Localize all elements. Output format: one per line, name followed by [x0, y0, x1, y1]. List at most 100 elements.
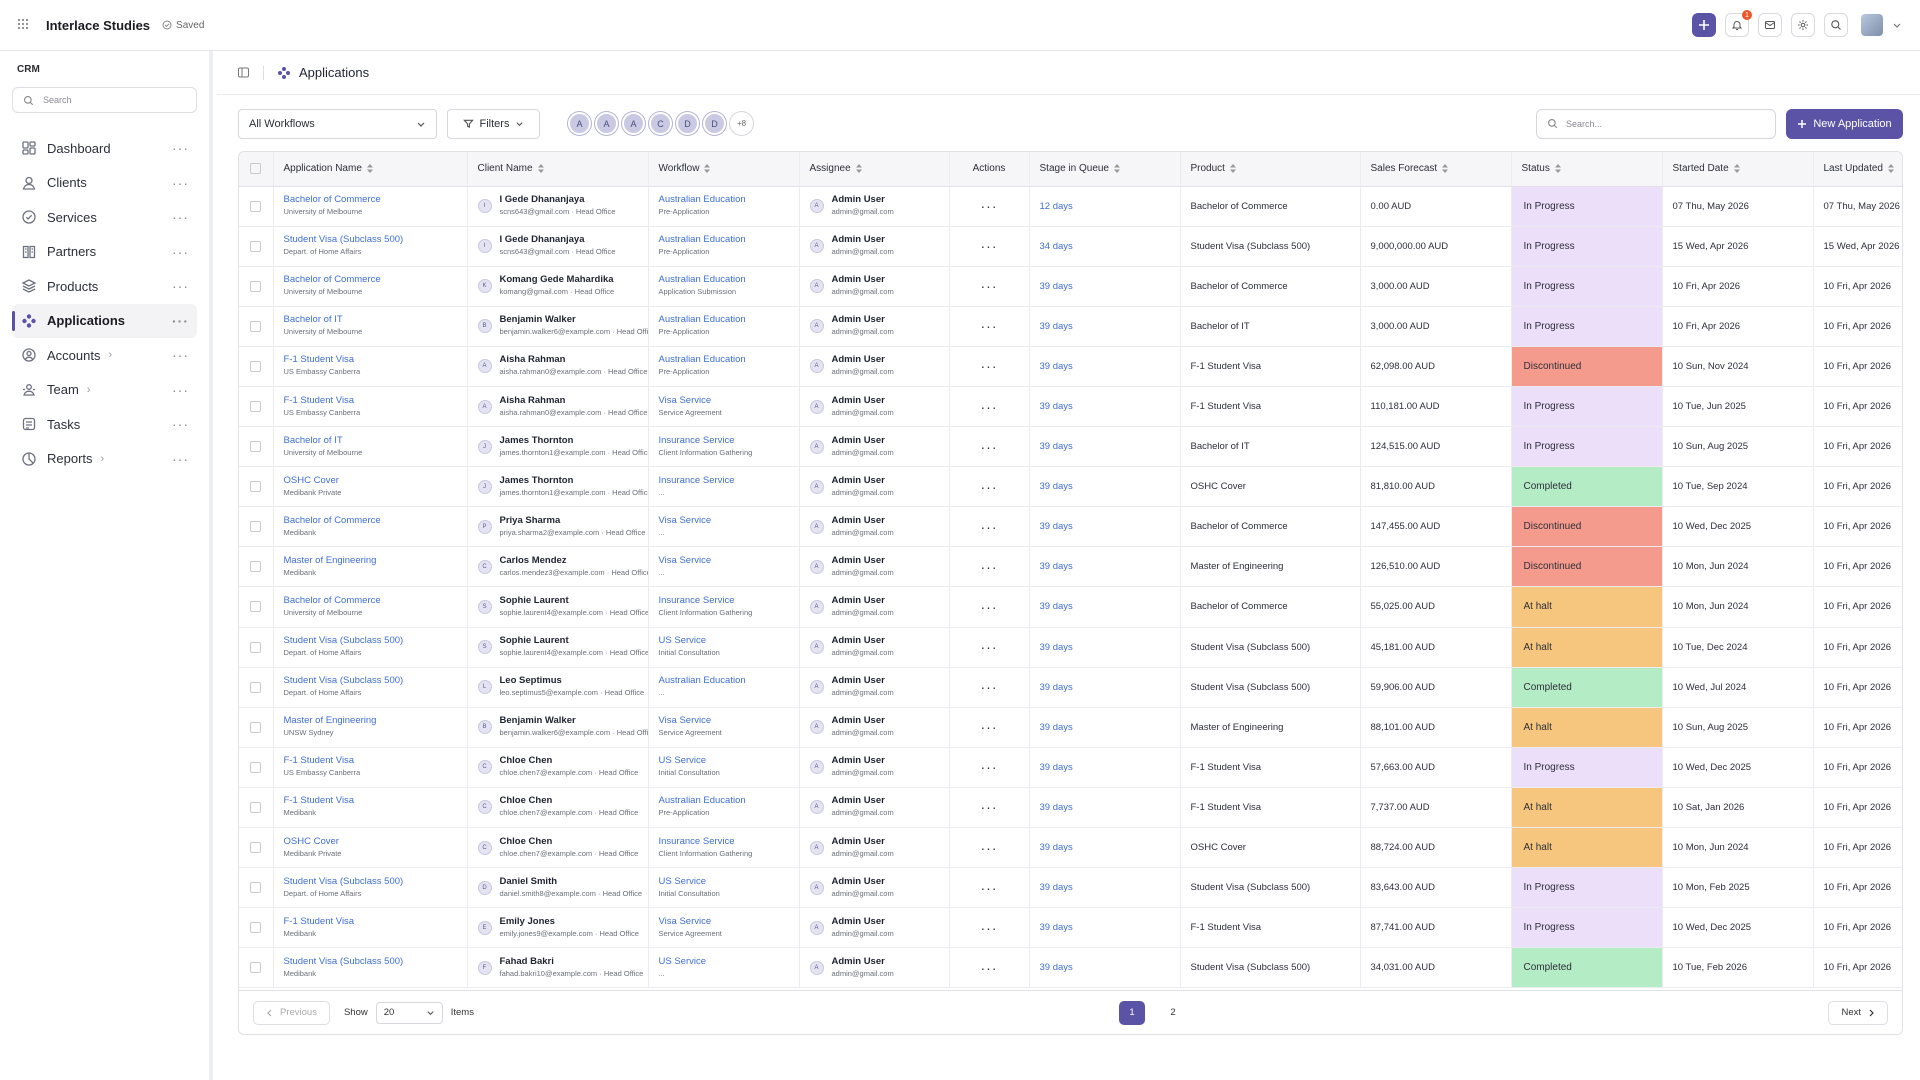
- workspace-title[interactable]: Interlace Studies: [46, 18, 150, 33]
- more-options-icon[interactable]: ···: [172, 451, 189, 467]
- workflow-link[interactable]: Insurance Service: [659, 435, 789, 447]
- application-name-link[interactable]: Bachelor of Commerce: [284, 194, 457, 206]
- column-header-sales-forecast[interactable]: Sales Forecast: [1360, 152, 1512, 187]
- row-actions-button[interactable]: ···: [949, 346, 1030, 387]
- status-badge[interactable]: At halt: [1511, 707, 1663, 748]
- chevron-right-icon[interactable]: ›: [87, 384, 91, 396]
- status-badge[interactable]: In Progress: [1511, 226, 1663, 267]
- column-header-application-name[interactable]: Application Name: [273, 152, 468, 187]
- workflow-link[interactable]: Australian Education: [659, 274, 789, 286]
- table-row[interactable]: F-1 Student Visa Medibank C Chloe Chen chloe…: [239, 787, 1902, 829]
- assignee-avatar[interactable]: C: [649, 112, 672, 135]
- sidebar-item-dashboard[interactable]: Dashboard ···: [12, 131, 197, 166]
- assignee-avatar[interactable]: A: [595, 112, 618, 135]
- next-page-button[interactable]: Next: [1828, 1000, 1888, 1025]
- row-checkbox[interactable]: [250, 360, 262, 372]
- application-name-link[interactable]: Student Visa (Subclass 500): [284, 876, 457, 888]
- status-badge[interactable]: Discontinued: [1511, 546, 1663, 588]
- client-name[interactable]: Carlos Mendez: [500, 555, 648, 567]
- row-checkbox[interactable]: [250, 681, 262, 693]
- status-badge[interactable]: At halt: [1511, 627, 1663, 668]
- row-checkbox[interactable]: [250, 801, 262, 813]
- more-options-icon[interactable]: ···: [172, 416, 189, 432]
- table-row[interactable]: Student Visa (Subclass 500) Depart. of Ho…: [239, 667, 1902, 708]
- client-name[interactable]: Daniel Smith: [500, 876, 643, 888]
- status-badge[interactable]: Completed: [1511, 466, 1663, 508]
- row-checkbox[interactable]: [250, 320, 262, 332]
- workflow-link[interactable]: Insurance Service: [659, 475, 789, 487]
- application-name-link[interactable]: Master of Engineering: [284, 715, 457, 727]
- client-name[interactable]: Leo Septimus: [500, 675, 645, 687]
- row-actions-button[interactable]: ···: [949, 907, 1030, 949]
- workflow-link[interactable]: US Service: [659, 755, 789, 767]
- application-name-link[interactable]: OSHC Cover: [284, 475, 457, 487]
- client-name[interactable]: Chloe Chen: [500, 755, 639, 767]
- table-row[interactable]: Bachelor of Commerce University of Melbou…: [239, 586, 1902, 628]
- client-name[interactable]: James Thornton: [500, 475, 648, 487]
- more-options-icon[interactable]: ···: [172, 175, 189, 191]
- row-actions-button[interactable]: ···: [949, 186, 1030, 227]
- row-actions-button[interactable]: ···: [949, 827, 1030, 869]
- table-row[interactable]: Bachelor of Commerce Medibank P Priya Sharm…: [239, 506, 1902, 548]
- status-badge[interactable]: In Progress: [1511, 426, 1663, 468]
- chevron-right-icon[interactable]: ›: [101, 453, 105, 465]
- application-name-link[interactable]: F-1 Student Visa: [284, 354, 457, 366]
- row-checkbox[interactable]: [250, 240, 262, 252]
- page-2-button[interactable]: 2: [1160, 1001, 1186, 1025]
- workflow-link[interactable]: Australian Education: [659, 234, 789, 246]
- column-header-product[interactable]: Product: [1180, 152, 1361, 187]
- application-name-link[interactable]: Student Visa (Subclass 500): [284, 675, 457, 687]
- status-badge[interactable]: Discontinued: [1511, 506, 1663, 548]
- table-row[interactable]: Bachelor of IT University of Melbourne J Ja…: [239, 426, 1902, 468]
- client-name[interactable]: Chloe Chen: [500, 836, 639, 848]
- table-row[interactable]: Bachelor of Commerce University of Melbou…: [239, 266, 1902, 307]
- workflow-link[interactable]: Visa Service: [659, 555, 789, 567]
- application-name-link[interactable]: Student Visa (Subclass 500): [284, 234, 457, 246]
- row-checkbox[interactable]: [250, 761, 262, 773]
- table-row[interactable]: Bachelor of IT University of Melbourne B Be…: [239, 306, 1902, 347]
- row-checkbox[interactable]: [250, 481, 262, 493]
- status-badge[interactable]: At halt: [1511, 787, 1663, 829]
- workflow-link[interactable]: Insurance Service: [659, 595, 789, 607]
- row-actions-button[interactable]: ···: [949, 787, 1030, 829]
- row-actions-button[interactable]: ···: [949, 867, 1030, 909]
- workflow-link[interactable]: Australian Education: [659, 354, 789, 366]
- search-button[interactable]: [1824, 13, 1848, 37]
- row-actions-button[interactable]: ···: [949, 546, 1030, 588]
- status-badge[interactable]: In Progress: [1511, 266, 1663, 307]
- row-checkbox[interactable]: [250, 641, 262, 653]
- table-row[interactable]: Master of Engineering UNSW Sydney B Benjami…: [239, 707, 1902, 748]
- status-badge[interactable]: In Progress: [1511, 306, 1663, 347]
- table-search-input[interactable]: Search...: [1536, 108, 1776, 139]
- workflow-link[interactable]: Australian Education: [659, 675, 789, 687]
- settings-button[interactable]: [1791, 13, 1815, 37]
- more-options-icon[interactable]: ···: [172, 244, 189, 260]
- client-name[interactable]: I Gede Dhananjaya: [500, 234, 616, 246]
- sidebar-item-accounts[interactable]: Accounts › ···: [12, 338, 197, 373]
- status-badge[interactable]: In Progress: [1511, 907, 1663, 949]
- more-options-icon[interactable]: ···: [172, 347, 189, 363]
- status-badge[interactable]: In Progress: [1511, 867, 1663, 909]
- assignee-avatar[interactable]: A: [622, 112, 645, 135]
- more-avatars-count[interactable]: +8: [730, 112, 753, 135]
- page-1-button[interactable]: 1: [1119, 1000, 1145, 1025]
- status-badge[interactable]: Discontinued: [1511, 346, 1663, 387]
- client-name[interactable]: Sophie Laurent: [500, 635, 648, 647]
- column-header-workflow[interactable]: Workflow: [648, 152, 800, 187]
- select-all-checkbox[interactable]: [250, 163, 262, 175]
- more-options-icon[interactable]: ···: [172, 140, 189, 156]
- more-options-icon[interactable]: ···: [172, 278, 189, 294]
- workflow-link[interactable]: Australian Education: [659, 795, 789, 807]
- row-actions-button[interactable]: ···: [949, 386, 1030, 428]
- more-options-icon[interactable]: ···: [172, 209, 189, 225]
- status-badge[interactable]: In Progress: [1511, 747, 1663, 788]
- new-application-button[interactable]: New Application: [1786, 108, 1903, 139]
- status-badge[interactable]: At halt: [1511, 827, 1663, 869]
- workflow-link[interactable]: Visa Service: [659, 916, 789, 928]
- row-actions-button[interactable]: ···: [949, 747, 1030, 788]
- assignee-avatar[interactable]: D: [703, 112, 726, 135]
- application-name-link[interactable]: F-1 Student Visa: [284, 795, 457, 807]
- workflow-link[interactable]: Insurance Service: [659, 836, 789, 848]
- table-row[interactable]: Student Visa (Subclass 500) Depart. of Ho…: [239, 627, 1902, 668]
- row-actions-button[interactable]: ···: [949, 306, 1030, 347]
